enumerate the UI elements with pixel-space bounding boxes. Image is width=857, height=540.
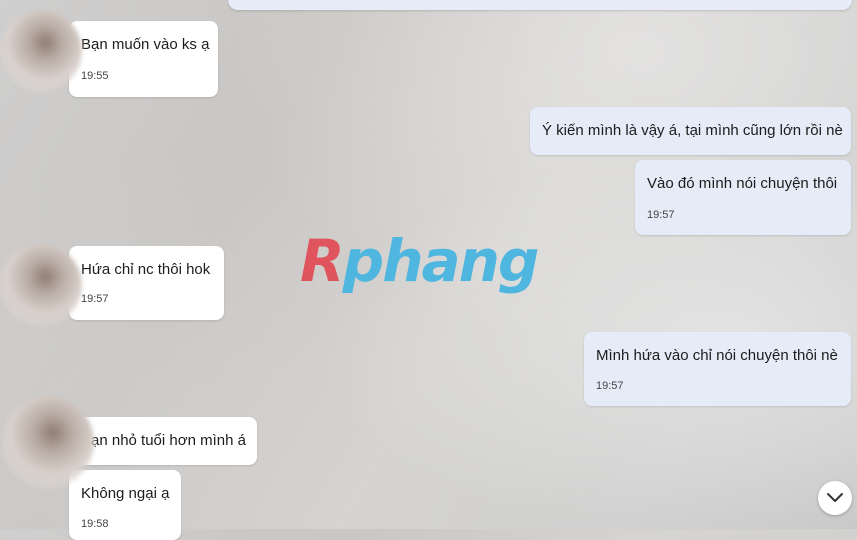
avatar[interactable] bbox=[2, 396, 94, 488]
scroll-to-bottom-button[interactable] bbox=[818, 481, 852, 515]
chevron-down-icon bbox=[827, 493, 843, 502]
message-outgoing[interactable]: Ý kiến mình là vậy á, tại mình cũng lớn … bbox=[530, 107, 851, 155]
message-text: Ý kiến mình là vậy á, tại mình cũng lớn … bbox=[542, 122, 843, 139]
message-text: Bạn muốn vào ks ạ bbox=[81, 36, 210, 53]
message-incoming[interactable]: Hứa chỉ nc thôi hok 19:57 bbox=[69, 246, 224, 320]
previous-message-bubble bbox=[228, 0, 852, 10]
avatar[interactable] bbox=[0, 10, 82, 92]
message-time: 19:55 bbox=[81, 70, 109, 82]
message-text: Không ngại ạ bbox=[81, 485, 170, 502]
message-outgoing[interactable]: Mình hứa vào chỉ nói chuyện thôi nè 19:5… bbox=[584, 332, 851, 406]
message-time: 19:57 bbox=[647, 209, 675, 221]
message-incoming[interactable]: Bạn muốn vào ks ạ 19:55 bbox=[69, 21, 218, 97]
message-text: Hứa chỉ nc thôi hok bbox=[81, 261, 211, 278]
message-time: 19:57 bbox=[81, 293, 109, 305]
message-outgoing[interactable]: Vào đó mình nói chuyện thôi 19:57 bbox=[635, 160, 851, 235]
watermark-logo: Rphang bbox=[300, 227, 539, 295]
avatar[interactable] bbox=[0, 244, 82, 326]
message-text: Bạn nhỏ tuổi hơn mình á bbox=[81, 432, 246, 449]
message-incoming[interactable]: Bạn nhỏ tuổi hơn mình á bbox=[69, 417, 257, 465]
message-text: Mình hứa vào chỉ nói chuyện thôi nè bbox=[596, 347, 838, 364]
message-time: 19:58 bbox=[81, 518, 109, 530]
message-time: 19:57 bbox=[596, 380, 624, 392]
message-text: Vào đó mình nói chuyện thôi bbox=[647, 175, 838, 192]
message-incoming[interactable]: Không ngại ạ 19:58 bbox=[69, 470, 181, 540]
